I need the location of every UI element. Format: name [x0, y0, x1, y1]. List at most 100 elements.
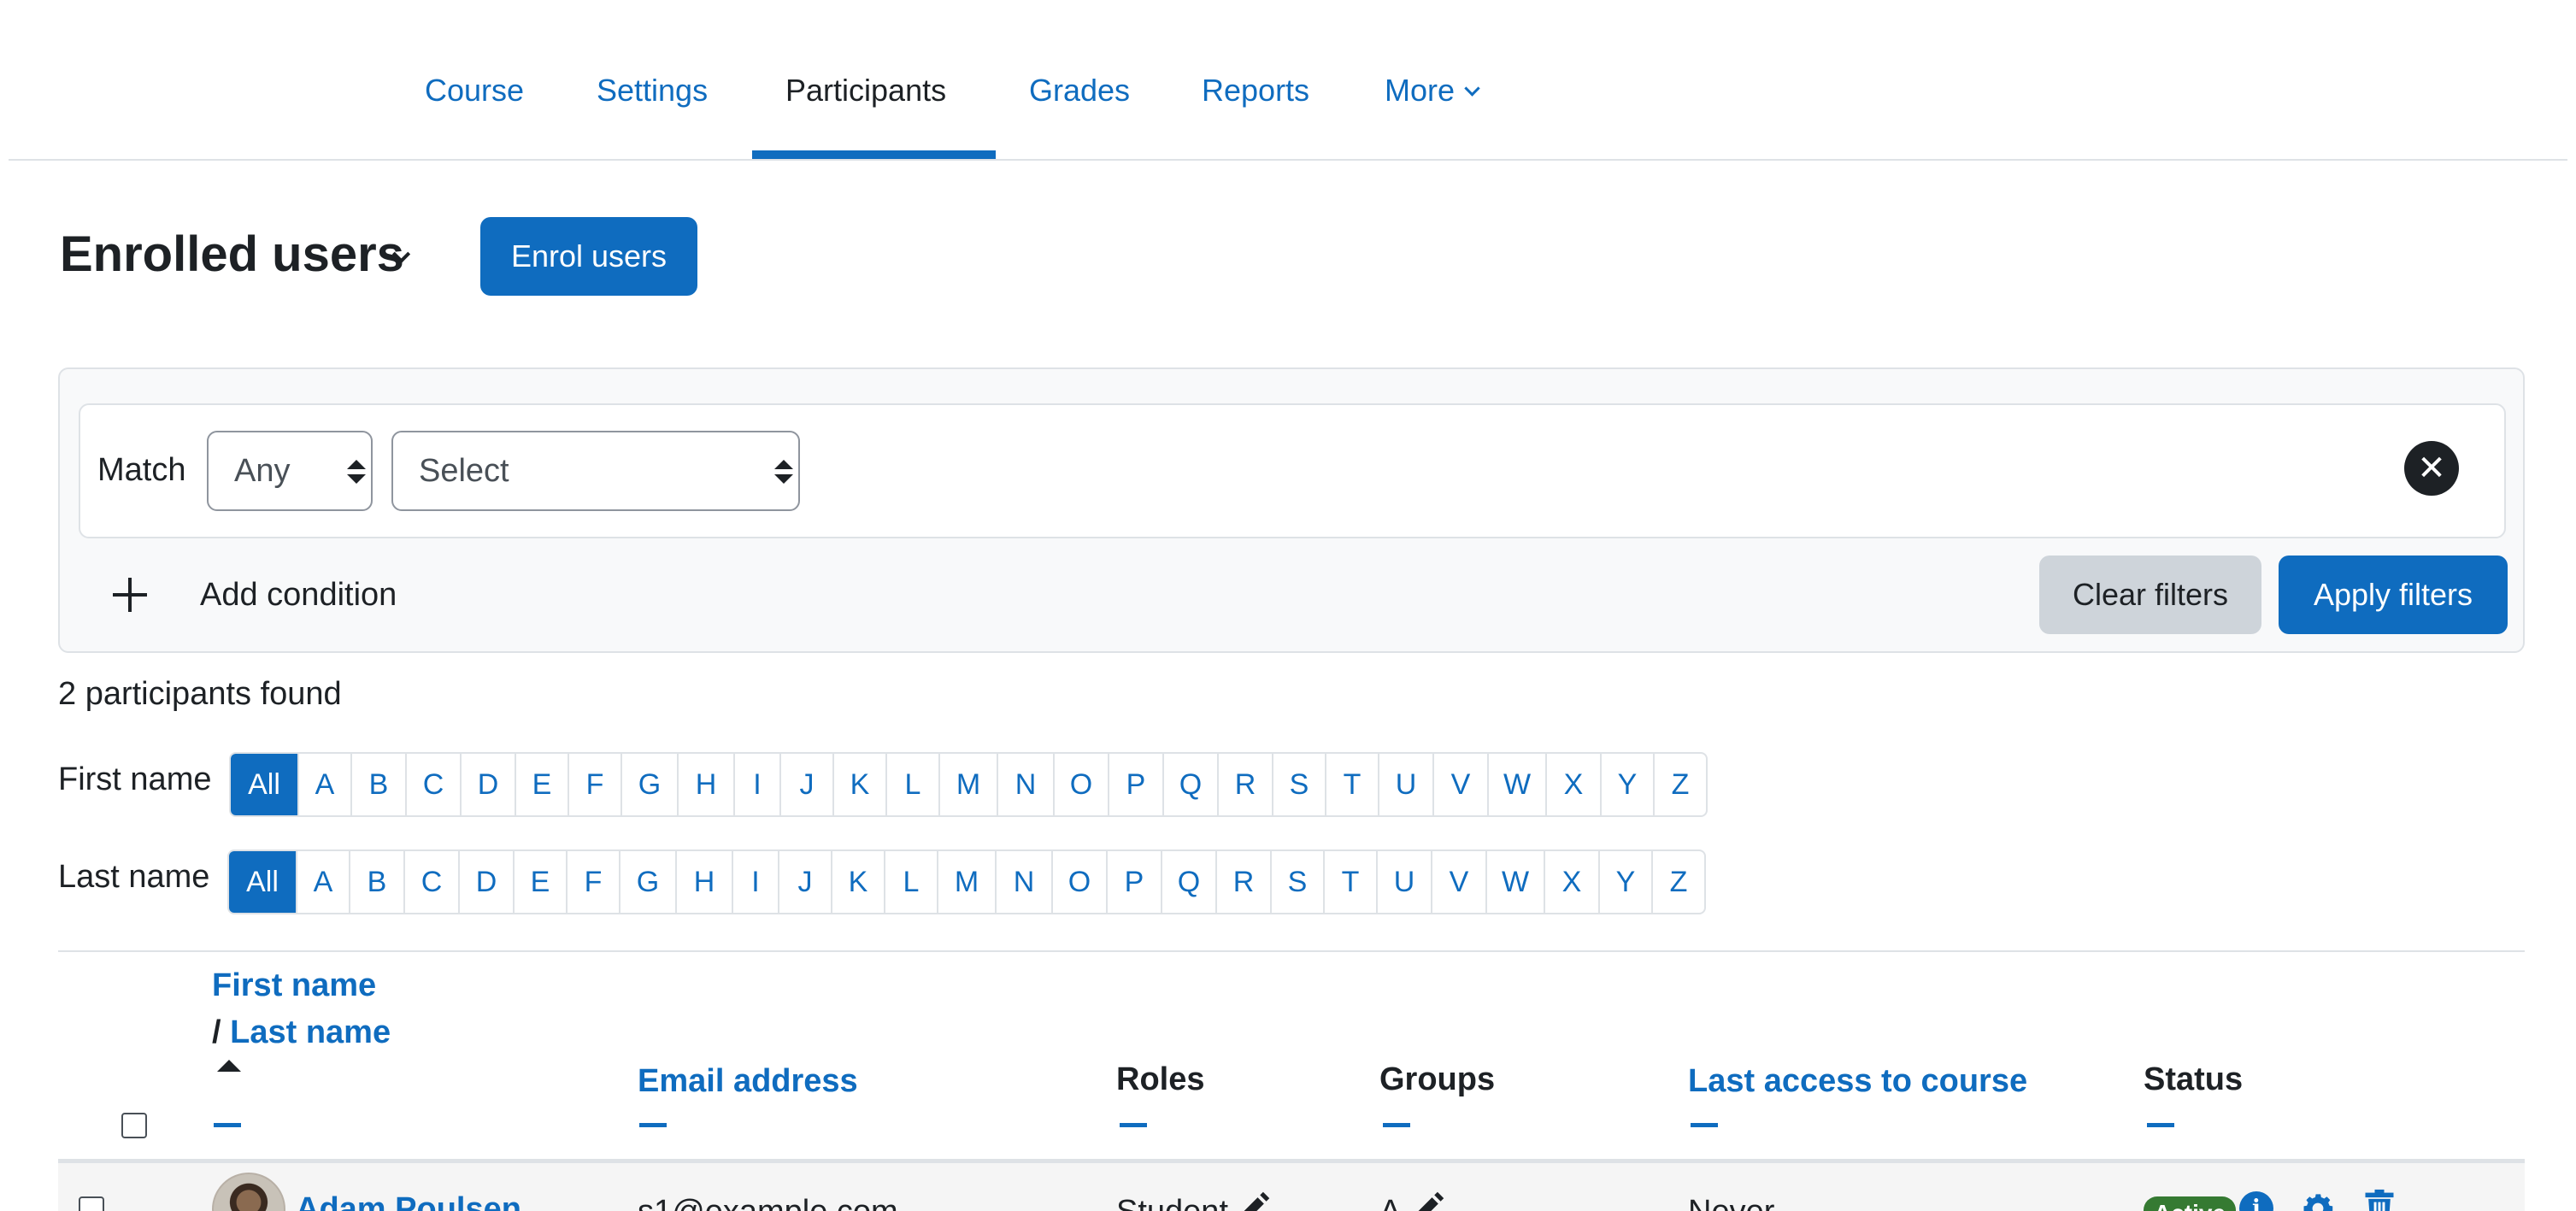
match-label: Match	[97, 452, 186, 488]
clear-filters-button[interactable]: Clear filters	[2039, 556, 2261, 634]
tab-course[interactable]: Course	[425, 70, 524, 111]
first-name-initial-d[interactable]: D	[462, 754, 516, 815]
sort-first-name-link[interactable]: First name	[212, 964, 376, 1007]
collapse-column-icon[interactable]	[1120, 1123, 1147, 1127]
first-name-initial-j[interactable]: J	[781, 754, 834, 815]
tab-reports[interactable]: Reports	[1202, 70, 1309, 111]
tab-grades[interactable]: Grades	[1029, 70, 1130, 111]
last-name-initial-o[interactable]: O	[1053, 851, 1108, 913]
last-name-initial-b[interactable]: B	[350, 851, 405, 913]
slash-text: /	[212, 1014, 221, 1050]
last-name-initial-m[interactable]: M	[938, 851, 997, 913]
last-name-initial-p[interactable]: P	[1108, 851, 1162, 913]
first-name-initial-a[interactable]: A	[299, 754, 352, 815]
groups-header: Groups	[1379, 1061, 1496, 1097]
first-name-initial-c[interactable]: C	[407, 754, 462, 815]
last-name-initial-e[interactable]: E	[515, 851, 568, 913]
participant-group: A	[1379, 1190, 1401, 1211]
first-name-initial-y[interactable]: Y	[1602, 754, 1655, 815]
first-name-initial-k[interactable]: K	[834, 754, 887, 815]
collapse-column-icon[interactable]	[214, 1123, 241, 1127]
last-name-initial-i[interactable]: I	[733, 851, 779, 913]
first-name-initial-o[interactable]: O	[1055, 754, 1109, 815]
last-name-initial-f[interactable]: F	[568, 851, 620, 913]
sort-last-access-link[interactable]: Last access to course	[1688, 1060, 2027, 1102]
filter-type-select[interactable]: Select	[391, 431, 800, 511]
last-name-initial-h[interactable]: H	[677, 851, 733, 913]
first-name-initial-f[interactable]: F	[569, 754, 622, 815]
collapse-column-icon[interactable]	[639, 1123, 667, 1127]
last-name-initial-u[interactable]: U	[1378, 851, 1432, 913]
match-select[interactable]: Any	[207, 431, 373, 511]
tab-participants[interactable]: Participants	[785, 70, 946, 111]
tab-settings[interactable]: Settings	[597, 70, 708, 111]
apply-filters-button[interactable]: Apply filters	[2279, 556, 2508, 634]
gear-icon[interactable]	[2299, 1190, 2337, 1211]
enrol-users-button[interactable]: Enrol users	[480, 217, 697, 296]
first-name-initial-r[interactable]: R	[1219, 754, 1273, 815]
page-title[interactable]: Enrolled users	[60, 222, 404, 287]
last-name-initial-q[interactable]: Q	[1162, 851, 1217, 913]
last-name-initial-x[interactable]: X	[1545, 851, 1600, 913]
last-name-initial-a[interactable]: A	[297, 851, 350, 913]
tab-more[interactable]: More	[1385, 70, 1480, 111]
match-select-value: Any	[234, 452, 291, 489]
row-select-checkbox[interactable]	[79, 1196, 104, 1211]
chevron-down-icon	[1464, 80, 1480, 97]
collapse-column-icon[interactable]	[1383, 1123, 1410, 1127]
first-name-initial-e[interactable]: E	[516, 754, 569, 815]
sort-ascending-icon	[217, 1060, 241, 1072]
first-name-initial-z[interactable]: Z	[1655, 754, 1706, 815]
last-name-initial-r[interactable]: R	[1217, 851, 1272, 913]
last-name-initial-l[interactable]: L	[885, 851, 938, 913]
trash-icon[interactable]	[2361, 1188, 2398, 1211]
active-tab-indicator	[752, 150, 996, 159]
last-name-initial-v[interactable]: V	[1432, 851, 1487, 913]
last-name-initials-label: Last name	[58, 859, 210, 895]
first-name-initial-all[interactable]: All	[231, 754, 299, 815]
last-name-initial-g[interactable]: G	[620, 851, 677, 913]
collapse-column-icon[interactable]	[2147, 1123, 2174, 1127]
plus-icon[interactable]	[113, 578, 147, 612]
first-name-initial-u[interactable]: U	[1379, 754, 1434, 815]
participant-name-link[interactable]: Adam Poulsen	[296, 1188, 521, 1211]
last-name-initial-w[interactable]: W	[1487, 851, 1545, 913]
first-name-initial-n[interactable]: N	[998, 754, 1055, 815]
first-name-initial-i[interactable]: I	[735, 754, 781, 815]
participant-email: s1@example.com	[638, 1190, 898, 1211]
last-name-initial-c[interactable]: C	[405, 851, 460, 913]
last-name-initial-d[interactable]: D	[460, 851, 515, 913]
first-name-initial-x[interactable]: X	[1547, 754, 1602, 815]
last-name-initial-y[interactable]: Y	[1600, 851, 1653, 913]
collapse-column-icon[interactable]	[1691, 1123, 1718, 1127]
roles-header: Roles	[1116, 1061, 1205, 1097]
name-separator: / Last name	[212, 1011, 391, 1054]
status-header: Status	[2144, 1061, 2244, 1097]
first-name-initial-q[interactable]: Q	[1164, 754, 1219, 815]
edit-pencil-icon[interactable]	[1234, 1190, 1272, 1211]
first-name-initial-t[interactable]: T	[1326, 754, 1379, 815]
first-name-initial-h[interactable]: H	[679, 754, 735, 815]
last-name-initial-t[interactable]: T	[1325, 851, 1378, 913]
first-name-initial-b[interactable]: B	[352, 754, 407, 815]
sort-email-link[interactable]: Email address	[638, 1060, 858, 1102]
first-name-initial-w[interactable]: W	[1489, 754, 1547, 815]
last-name-initial-n[interactable]: N	[997, 851, 1053, 913]
sort-last-name-link[interactable]: Last name	[230, 1014, 391, 1050]
edit-pencil-icon[interactable]	[1409, 1190, 1446, 1211]
last-name-initial-z[interactable]: Z	[1653, 851, 1704, 913]
first-name-initial-l[interactable]: L	[887, 754, 940, 815]
last-name-initial-s[interactable]: S	[1272, 851, 1325, 913]
last-name-initials-bar: All A B C D E F G H I J K L M N O P Q R S T U V W X Y Z	[227, 849, 1706, 914]
last-name-initial-j[interactable]: J	[779, 851, 832, 913]
first-name-initial-p[interactable]: P	[1109, 754, 1164, 815]
add-condition-button[interactable]: Add condition	[200, 574, 397, 615]
select-all-checkbox[interactable]	[121, 1113, 147, 1138]
last-name-initial-k[interactable]: K	[832, 851, 885, 913]
first-name-initial-m[interactable]: M	[940, 754, 998, 815]
first-name-initial-g[interactable]: G	[622, 754, 679, 815]
first-name-initial-s[interactable]: S	[1273, 754, 1326, 815]
remove-condition-icon[interactable]: ✕	[2404, 441, 2459, 496]
last-name-initial-all[interactable]: All	[229, 851, 297, 913]
first-name-initial-v[interactable]: V	[1434, 754, 1489, 815]
